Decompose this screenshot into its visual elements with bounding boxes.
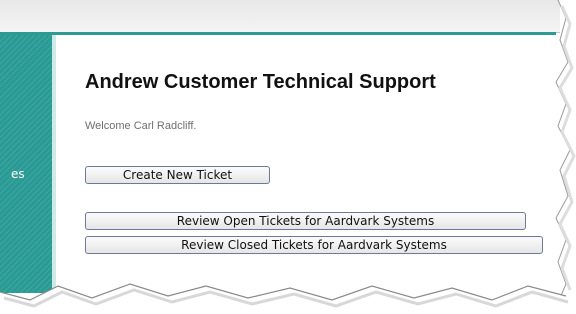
create-ticket-button[interactable]: Create New Ticket xyxy=(85,166,270,184)
sidebar: es xyxy=(0,35,56,293)
welcome-message: Welcome Carl Radcliff. xyxy=(85,120,197,132)
review-open-tickets-button[interactable]: Review Open Tickets for Aardvark Systems xyxy=(85,212,526,230)
page-title: Andrew Customer Technical Support xyxy=(85,71,436,93)
screenshot-frame: es Andrew Customer Technical Support Wel… xyxy=(0,0,576,314)
sidebar-item-label[interactable]: es xyxy=(11,167,25,181)
review-closed-tickets-button[interactable]: Review Closed Tickets for Aardvark Syste… xyxy=(85,236,543,254)
top-bar xyxy=(0,0,560,33)
